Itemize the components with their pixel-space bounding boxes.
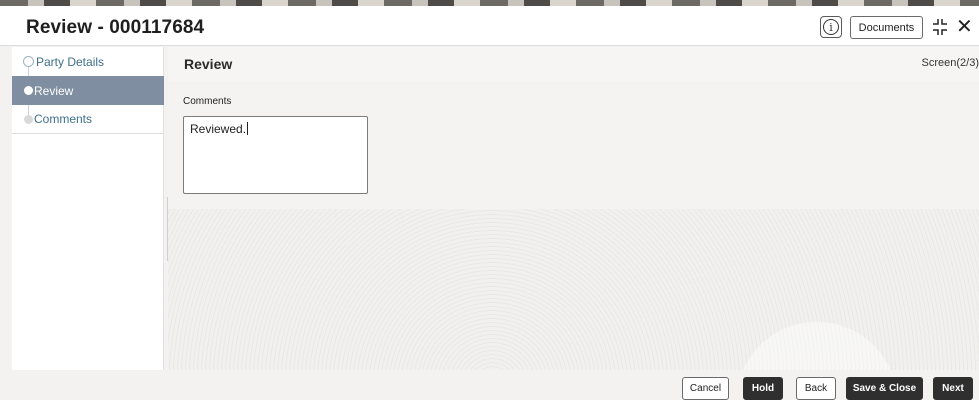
comments-value: Reviewed.: [190, 122, 247, 136]
next-button[interactable]: Next: [933, 377, 973, 400]
check-circle-icon: [23, 56, 34, 67]
active-step-dot-icon: [24, 86, 33, 95]
sidebar-item-party-details[interactable]: Party Details: [12, 47, 164, 76]
comments-label: Comments: [183, 96, 232, 107]
save-close-button[interactable]: Save & Close: [846, 377, 923, 400]
sidebar-item-label: Review: [34, 83, 74, 98]
sidebar-item-label: Comments: [34, 112, 93, 126]
documents-button[interactable]: Documents: [850, 16, 923, 39]
close-icon[interactable]: ✕: [956, 15, 973, 37]
sidebar-item-label: Party Details: [36, 54, 105, 69]
info-button[interactable]: i: [820, 16, 842, 38]
step-navigation: Party Details Review Comments: [12, 47, 164, 370]
hold-button[interactable]: Hold: [743, 377, 783, 400]
info-icon: i: [823, 19, 839, 35]
minimize-icon[interactable]: [932, 18, 948, 36]
back-button[interactable]: Back: [796, 377, 836, 400]
page-title: Review - 000117684: [26, 17, 205, 38]
sidebar-item-review[interactable]: Review: [12, 76, 164, 105]
cancel-button[interactable]: Cancel: [682, 377, 729, 400]
screen-indicator: Screen(2/3): [921, 57, 979, 69]
section-title: Review: [184, 56, 233, 72]
main-content: Review Screen(2/3) Comments Reviewed.: [168, 47, 979, 370]
section-header: Review Screen(2/3): [168, 47, 979, 81]
pending-step-dot-icon: [24, 115, 33, 124]
window-header: Review - 000117684 i Documents ✕: [0, 6, 979, 46]
text-caret: [247, 122, 249, 135]
sidebar-item-comments[interactable]: Comments: [12, 105, 164, 134]
comments-section: Comments Reviewed.: [168, 81, 979, 209]
comments-textarea[interactable]: Reviewed.: [183, 116, 368, 194]
